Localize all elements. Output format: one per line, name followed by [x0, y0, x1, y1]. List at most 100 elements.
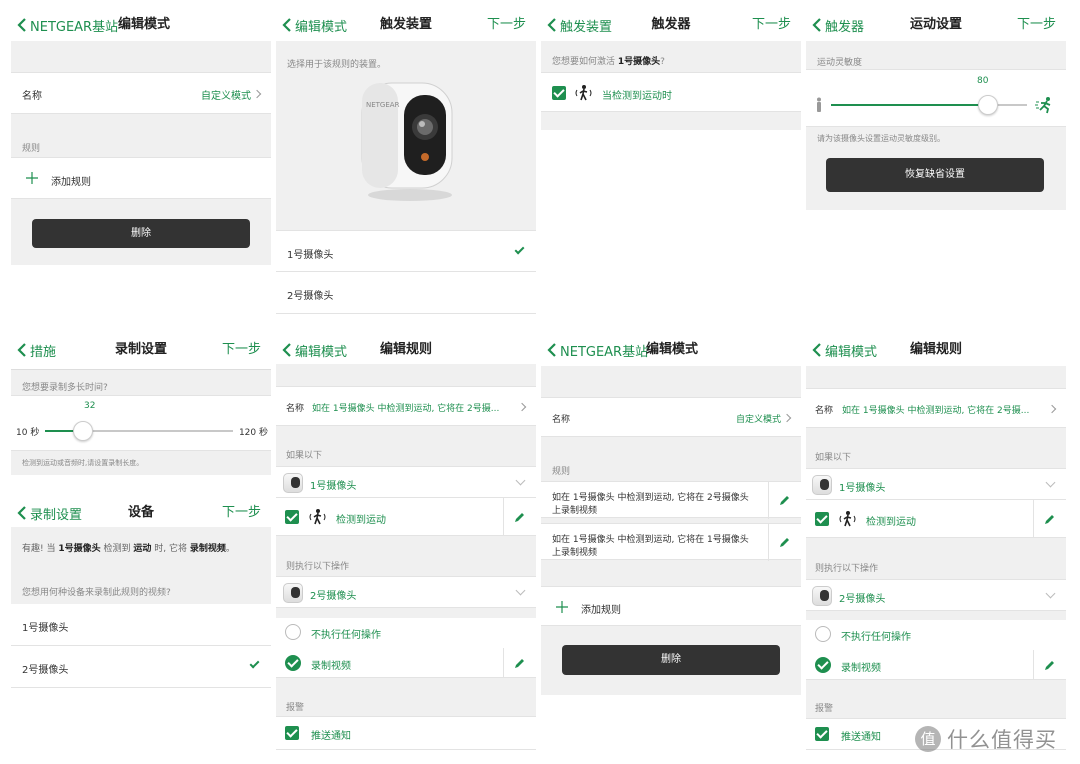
device-row-1[interactable]: 1号摄像头: [11, 604, 271, 646]
action-camera-row[interactable]: 2号摄像头: [806, 579, 1066, 611]
action-record-row[interactable]: 录制视频: [806, 650, 1066, 680]
nav-bar: 措施 录制设置 下一步: [11, 330, 271, 370]
panel-trigger: 触发装置 触发器 下一步 您想要如何激活 1号摄像头? 当检测到运动时: [541, 5, 801, 130]
panel-edit-rule-2: 编辑模式 编辑规则 名称 如在 1号摄像头 中检测到运动, 它将在 2号摄...…: [806, 330, 1066, 750]
back-button[interactable]: NETGEAR基站: [547, 330, 648, 370]
panel-edit-mode-2: NETGEAR基站 编辑模式 名称 自定义模式 规则 如在 1号摄像头 中检测到…: [541, 330, 801, 695]
chevron-left-icon: [547, 343, 556, 357]
edit-pencil-icon[interactable]: [779, 494, 791, 506]
camera-label: 1号摄像头: [839, 483, 886, 494]
checkbox-checked[interactable]: [285, 510, 299, 524]
action-none-row[interactable]: 不执行任何操作: [276, 618, 536, 648]
next-button[interactable]: 下一步: [222, 330, 261, 370]
device-row-1[interactable]: 1号摄像头: [276, 230, 536, 272]
trigger-camera-row[interactable]: 1号摄像头: [806, 468, 1066, 500]
slider-row: 80: [806, 69, 1066, 127]
info-c: 检测到: [103, 544, 131, 554]
trigger-event-row[interactable]: 检测到运动: [276, 498, 536, 536]
rules-header: 规则: [22, 144, 41, 154]
action-none-row[interactable]: 不执行任何操作: [806, 620, 1066, 650]
next-button[interactable]: 下一步: [487, 5, 526, 45]
back-button[interactable]: 措施: [17, 330, 56, 370]
back-label: 触发装置: [560, 19, 613, 35]
checkbox-checked[interactable]: [285, 726, 299, 740]
action-label: 录制视频: [311, 661, 351, 672]
back-button[interactable]: 触发装置: [547, 5, 612, 45]
checkbox-checked[interactable]: [815, 512, 829, 526]
checkmark-icon: [249, 658, 260, 669]
name-row[interactable]: 名称 如在 1号摄像头 中检测到运动, 它将在 2号摄...: [276, 386, 536, 426]
reset-defaults-button[interactable]: 恢复缺省设置: [826, 158, 1044, 192]
push-row[interactable]: 推送通知: [276, 716, 536, 750]
rule-line-2: 上录制视频: [552, 548, 598, 558]
edit-pencil-icon[interactable]: [1044, 659, 1056, 671]
min-label: 10 秒: [16, 428, 40, 438]
name-label: 名称: [815, 406, 834, 416]
device-row-2[interactable]: 2号摄像头: [276, 272, 536, 314]
back-button[interactable]: NETGEAR基站: [17, 5, 118, 45]
hint-text: 请为该摄像头设置运动灵敏度级别。: [817, 134, 945, 143]
trigger-camera-row[interactable]: 1号摄像头: [276, 466, 536, 498]
action-label: 不执行任何操作: [841, 632, 911, 643]
edit-pencil-icon[interactable]: [1044, 513, 1056, 525]
nav-bar: NETGEAR基站 编辑模式: [541, 330, 801, 370]
panel-motion-settings: 触发器 运动设置 下一步 运动灵敏度 80 请为该摄像头设置运动灵敏度级别。 恢…: [806, 5, 1066, 210]
info-event: 运动: [133, 544, 152, 554]
chevron-left-icon: [17, 506, 26, 520]
camera-icon: [283, 583, 303, 603]
slider-knob[interactable]: [978, 95, 998, 115]
rule-line-2: 上录制视频: [552, 506, 598, 516]
radio-checked[interactable]: [285, 655, 301, 671]
rule-row-2[interactable]: 如在 1号摄像头 中检测到运动, 它将在 1号摄像头 上录制视频: [541, 523, 801, 561]
then-header: 则执行以下操作: [815, 564, 879, 574]
delete-button[interactable]: 删除: [32, 219, 250, 248]
option-label: 当检测到运动时: [602, 91, 672, 102]
name-row[interactable]: 名称 自定义模式: [541, 397, 801, 437]
name-row[interactable]: 名称 自定义模式: [11, 72, 271, 114]
info-a: 有趣! 当: [22, 544, 56, 554]
device-label: 1号摄像头: [287, 250, 334, 261]
info-e: 时, 它将: [154, 544, 188, 554]
back-button[interactable]: 触发器: [812, 5, 864, 45]
motion-option-row[interactable]: 当检测到运动时: [541, 72, 801, 112]
divider: [1033, 650, 1034, 680]
add-rule-row[interactable]: 添加规则: [11, 157, 271, 199]
event-label: 检测到运动: [866, 517, 916, 528]
back-label: 录制设置: [30, 507, 83, 523]
device-row-2[interactable]: 2号摄像头: [11, 646, 271, 688]
edit-pencil-icon[interactable]: [514, 657, 526, 669]
panel-edit-rule-1: 编辑模式 编辑规则 名称 如在 1号摄像头 中检测到运动, 它将在 2号摄...…: [276, 330, 536, 750]
name-value: 自定义模式: [201, 91, 251, 102]
running-person-icon: [1035, 97, 1051, 114]
device-label: 2号摄像头: [22, 665, 69, 676]
back-label: 措施: [30, 344, 57, 360]
name-row[interactable]: 名称 如在 1号摄像头 中检测到运动, 它将在 2号摄...: [806, 388, 1066, 428]
edit-pencil-icon[interactable]: [779, 536, 791, 548]
slider-row: 32 10 秒 120 秒: [11, 395, 271, 451]
camera-icon: [812, 475, 832, 495]
trigger-event-row[interactable]: 检测到运动: [806, 500, 1066, 538]
radio-unchecked[interactable]: [815, 626, 831, 642]
divider: [503, 648, 504, 678]
next-button[interactable]: 下一步: [1017, 5, 1056, 45]
rule-row-1[interactable]: 如在 1号摄像头 中检测到运动, 它将在 2号摄像头 上录制视频: [541, 481, 801, 519]
slider-knob[interactable]: [73, 421, 93, 441]
radio-unchecked[interactable]: [285, 624, 301, 640]
checkbox-checked[interactable]: [815, 727, 829, 741]
question-text: 您想用何种设备来录制此规则的视频?: [22, 588, 171, 598]
checkbox-checked[interactable]: [552, 86, 566, 100]
question-camera: 1号摄像头: [617, 57, 661, 67]
edit-pencil-icon[interactable]: [514, 511, 526, 523]
brand-label: NETGEAR: [366, 101, 400, 109]
next-button[interactable]: 下一步: [752, 5, 791, 45]
chevron-left-icon: [812, 343, 821, 357]
radio-checked[interactable]: [815, 657, 831, 673]
delete-button[interactable]: 删除: [562, 645, 780, 675]
action-camera-row[interactable]: 2号摄像头: [276, 576, 536, 608]
add-rule-row[interactable]: 添加规则: [541, 586, 801, 626]
chevron-down-icon: [1045, 588, 1056, 599]
camera-label: 1号摄像头: [310, 481, 357, 492]
back-button[interactable]: 编辑模式: [282, 5, 347, 45]
action-record-row[interactable]: 录制视频: [276, 648, 536, 678]
back-button[interactable]: 编辑模式: [812, 330, 877, 370]
